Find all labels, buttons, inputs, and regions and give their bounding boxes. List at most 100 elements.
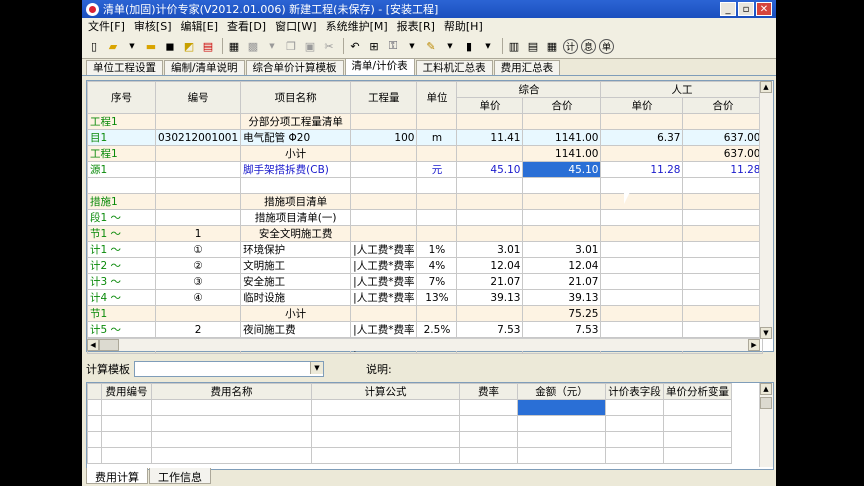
cell-lt[interactable] [682,273,764,290]
cell-lu[interactable] [600,209,684,226]
cell-lu[interactable] [600,225,684,242]
fee-vertical-scrollbar[interactable]: ▲ [759,383,773,467]
cell-lu[interactable] [600,113,684,130]
cut-icon[interactable]: ✂ [321,38,337,54]
cell-unit[interactable] [416,113,458,130]
cell-qty[interactable] [350,113,418,130]
fee-cell[interactable] [517,399,606,416]
fee-col-header[interactable]: 费率 [459,383,518,400]
cell-unit[interactable]: 1% [416,241,458,258]
fee-cell[interactable] [605,447,664,464]
tab-item[interactable]: 编制/清单说明 [164,60,245,75]
cell-code[interactable]: ② [154,257,242,274]
fee-cell[interactable] [459,415,518,432]
tab-item[interactable]: 费用汇总表 [493,60,561,75]
cell-lu[interactable] [600,321,684,338]
cell-lt[interactable] [682,305,764,322]
cell-name[interactable] [240,177,352,194]
cell-seq[interactable]: 节1 [87,305,156,322]
fee-col-header[interactable]: 费用编号 [101,383,152,400]
col-seq[interactable]: 序号 [87,81,156,114]
cell-tp[interactable] [522,225,602,242]
cell-code[interactable] [154,145,242,162]
cell-up[interactable] [456,209,524,226]
grid-icon[interactable]: ▩ [245,38,261,54]
cell-code[interactable] [154,193,242,210]
menu-item[interactable]: 窗口[W] [275,18,316,34]
fee-cell[interactable] [459,447,518,464]
new-icon[interactable]: ▯ [86,38,102,54]
table-row[interactable]: 节1 小计 75.25 [87,305,764,322]
col-group-combined[interactable]: 综合 [456,81,602,98]
col-unit-price[interactable]: 单价 [456,97,524,114]
cell-seq[interactable]: 计3 ～ [87,273,156,290]
cell-up[interactable]: 21.07 [456,273,524,290]
cell-lt[interactable] [682,225,764,242]
cell-code[interactable]: 030212001001 [154,129,242,146]
fee-cell[interactable] [101,447,152,464]
maximize-button[interactable]: ▫ [738,2,754,16]
cell-unit[interactable] [416,225,458,242]
dropdown-icon[interactable]: ▼ [264,38,280,54]
cell-up[interactable] [456,145,524,162]
cell-qty[interactable] [350,193,418,210]
cell-qty[interactable] [350,177,418,194]
col-name[interactable]: 项目名称 [240,81,352,114]
table-row[interactable]: 计1 ～ ① 环境保护 |人工费*费率 1% 3.01 3.01 [87,241,764,258]
fee-cell[interactable] [87,399,102,416]
cell-lt[interactable] [682,209,764,226]
fee-cell[interactable] [101,415,152,432]
cell-tp[interactable]: 1141.00 [522,145,602,162]
tab-item[interactable]: 单位工程设置 [86,60,163,75]
fee-cell[interactable] [101,431,152,448]
cell-up[interactable]: 11.41 [456,129,524,146]
cell-lu[interactable] [600,241,684,258]
table-row[interactable]: 段1 ～ 措施项目清单(一) [87,209,764,226]
cell-lu[interactable] [600,273,684,290]
cell-seq[interactable]: 计2 ～ [87,257,156,274]
cell-seq[interactable]: 措施1 [87,193,156,210]
cell-lt[interactable] [682,321,764,338]
cell-qty[interactable]: |人工费*费率 [350,273,418,290]
scroll-up-button[interactable]: ▲ [760,81,772,93]
cell-name[interactable]: 小计 [240,305,352,322]
cell-qty[interactable] [350,225,418,242]
cell-code[interactable] [154,113,242,130]
cell-code[interactable]: ① [154,241,242,258]
fee-col-header[interactable]: 金额（元） [517,383,606,400]
dropdown-icon[interactable]: ▼ [480,38,496,54]
cell-code[interactable] [154,161,242,178]
cell-tp[interactable]: 39.13 [522,289,602,306]
cell-tp[interactable] [522,193,602,210]
cell-name[interactable]: 小计 [240,145,352,162]
paste-icon[interactable]: ▣ [302,38,318,54]
cell-unit[interactable]: 2.5% [416,321,458,338]
cell-tp[interactable]: 12.04 [522,257,602,274]
export-icon[interactable]: ◩ [181,38,197,54]
cell-lt[interactable]: 11.28 [682,161,764,178]
tree-icon[interactable]: ⊞ [366,38,382,54]
fee-col-header[interactable]: 计价表字段 [605,383,664,400]
menu-item[interactable]: 帮助[H] [444,18,483,34]
cell-up[interactable]: 7.53 [456,321,524,338]
dropdown-icon[interactable]: ▼ [442,38,458,54]
cell-lu[interactable] [600,193,684,210]
vertical-scrollbar[interactable]: ▲ ▼ [759,81,773,339]
fee-cell[interactable] [459,399,518,416]
cell-name[interactable]: 临时设施 [240,289,352,306]
cell-name[interactable]: 分部分项工程量清单 [240,113,352,130]
cell-qty[interactable]: 100 [350,129,418,146]
cell-tp[interactable]: 3.01 [522,241,602,258]
table-row[interactable]: 计5 ～ 2 夜间施工费 |人工费*费率 2.5% 7.53 7.53 [87,321,764,338]
cell-name[interactable]: 夜间施工费 [240,321,352,338]
lock-icon[interactable]: ⚿ [385,38,401,54]
table-row[interactable]: 目1 030212001001 电气配管 Φ20 100 m 11.41 1141.00 6.… [87,129,764,146]
fee-cell[interactable] [151,447,312,464]
cell-name[interactable]: 脚手架搭拆费(CB) [240,161,352,178]
fee-cell[interactable] [151,431,312,448]
cell-code[interactable] [154,209,242,226]
menu-item[interactable]: 编辑[E] [181,18,219,34]
cell-lt[interactable]: 637.00 [682,129,764,146]
fee-cell[interactable] [87,431,102,448]
cell-qty[interactable]: |人工费*费率 [350,257,418,274]
